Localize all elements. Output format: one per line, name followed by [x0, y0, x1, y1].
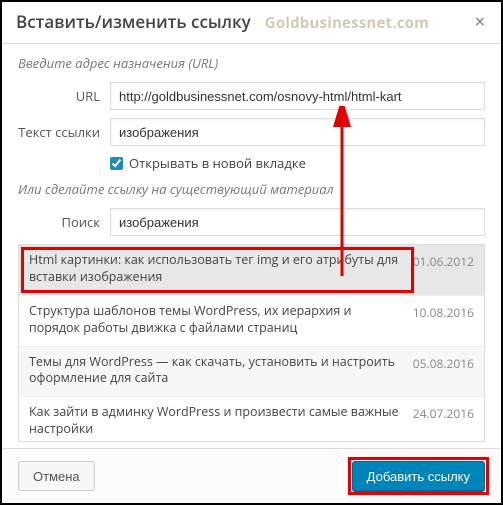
dialog-footer: Отмена Добавить ссылку — [2, 448, 501, 503]
url-instruction: Введите адрес назначения (URL) — [18, 54, 485, 72]
link-dialog: Вставить/изменить ссылку Goldbusinessnet… — [2, 2, 501, 503]
new-tab-label: Открывать в новой вкладке — [129, 154, 306, 172]
brand-watermark: Goldbusinessnet.com — [265, 13, 429, 33]
search-result-row[interactable]: Темы для WordPress — как скачать, устано… — [19, 347, 484, 398]
result-date: 05.08.2016 — [413, 354, 474, 372]
result-title: Html картинки: как использовать тег img … — [29, 252, 403, 286]
result-date: 24.07.2016 — [413, 404, 474, 422]
result-title: Темы для WordPress — как скачать, устано… — [29, 354, 403, 388]
url-input[interactable] — [110, 82, 485, 110]
new-tab-checkbox[interactable] — [110, 157, 123, 170]
search-input[interactable] — [110, 208, 485, 236]
search-label: Поиск — [18, 213, 110, 231]
close-icon[interactable]: × — [473, 13, 487, 31]
cancel-button[interactable]: Отмена — [18, 461, 95, 491]
result-date: 10.08.2016 — [413, 303, 474, 321]
link-text-label: Текст ссылки — [18, 123, 110, 141]
result-title: Как зайти в админку WordPress и произвес… — [29, 404, 403, 438]
result-date: 01.06.2012 — [413, 252, 474, 270]
dialog-body: Введите адрес назначения (URL) URL Текст… — [2, 44, 501, 448]
dialog-title: Вставить/изменить ссылку — [16, 10, 251, 33]
search-result-row[interactable]: Html картинки: как использовать тег img … — [19, 245, 484, 296]
existing-instruction: Или сделайте ссылку на существующий мате… — [18, 180, 485, 198]
result-title: Структура шаблонов темы WordPress, их ие… — [29, 303, 403, 337]
search-result-row[interactable]: Структура шаблонов темы WordPress, их ие… — [19, 296, 484, 347]
new-tab-row: Открывать в новой вкладке — [110, 154, 485, 172]
url-label: URL — [18, 87, 110, 105]
dialog-header: Вставить/изменить ссылку Goldbusinessnet… — [2, 2, 501, 44]
link-text-input[interactable] — [110, 118, 485, 146]
search-results[interactable]: Html картинки: как использовать тег img … — [18, 244, 485, 442]
submit-button[interactable]: Добавить ссылку — [352, 461, 485, 491]
search-result-row[interactable]: Как зайти в админку WordPress и произвес… — [19, 397, 484, 442]
